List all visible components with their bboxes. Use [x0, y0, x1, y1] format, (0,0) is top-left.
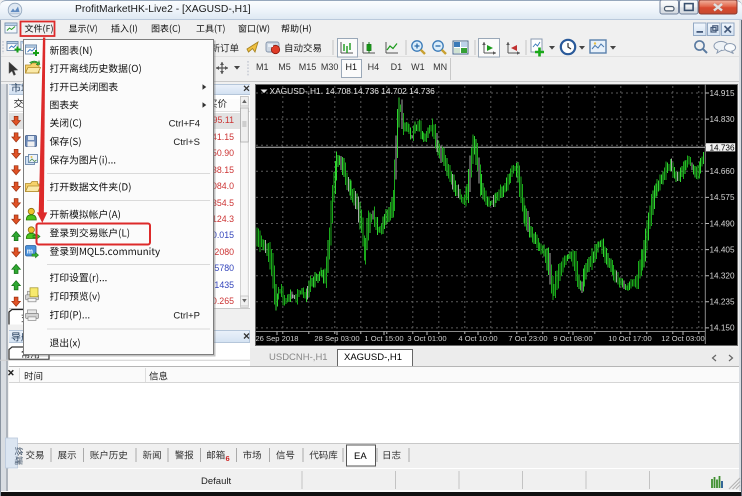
svg-text:Ctrl+P: Ctrl+P [173, 310, 200, 321]
svg-text:Ctrl+S: Ctrl+S [173, 137, 200, 148]
svg-text:Ctrl+F4: Ctrl+F4 [169, 119, 200, 130]
